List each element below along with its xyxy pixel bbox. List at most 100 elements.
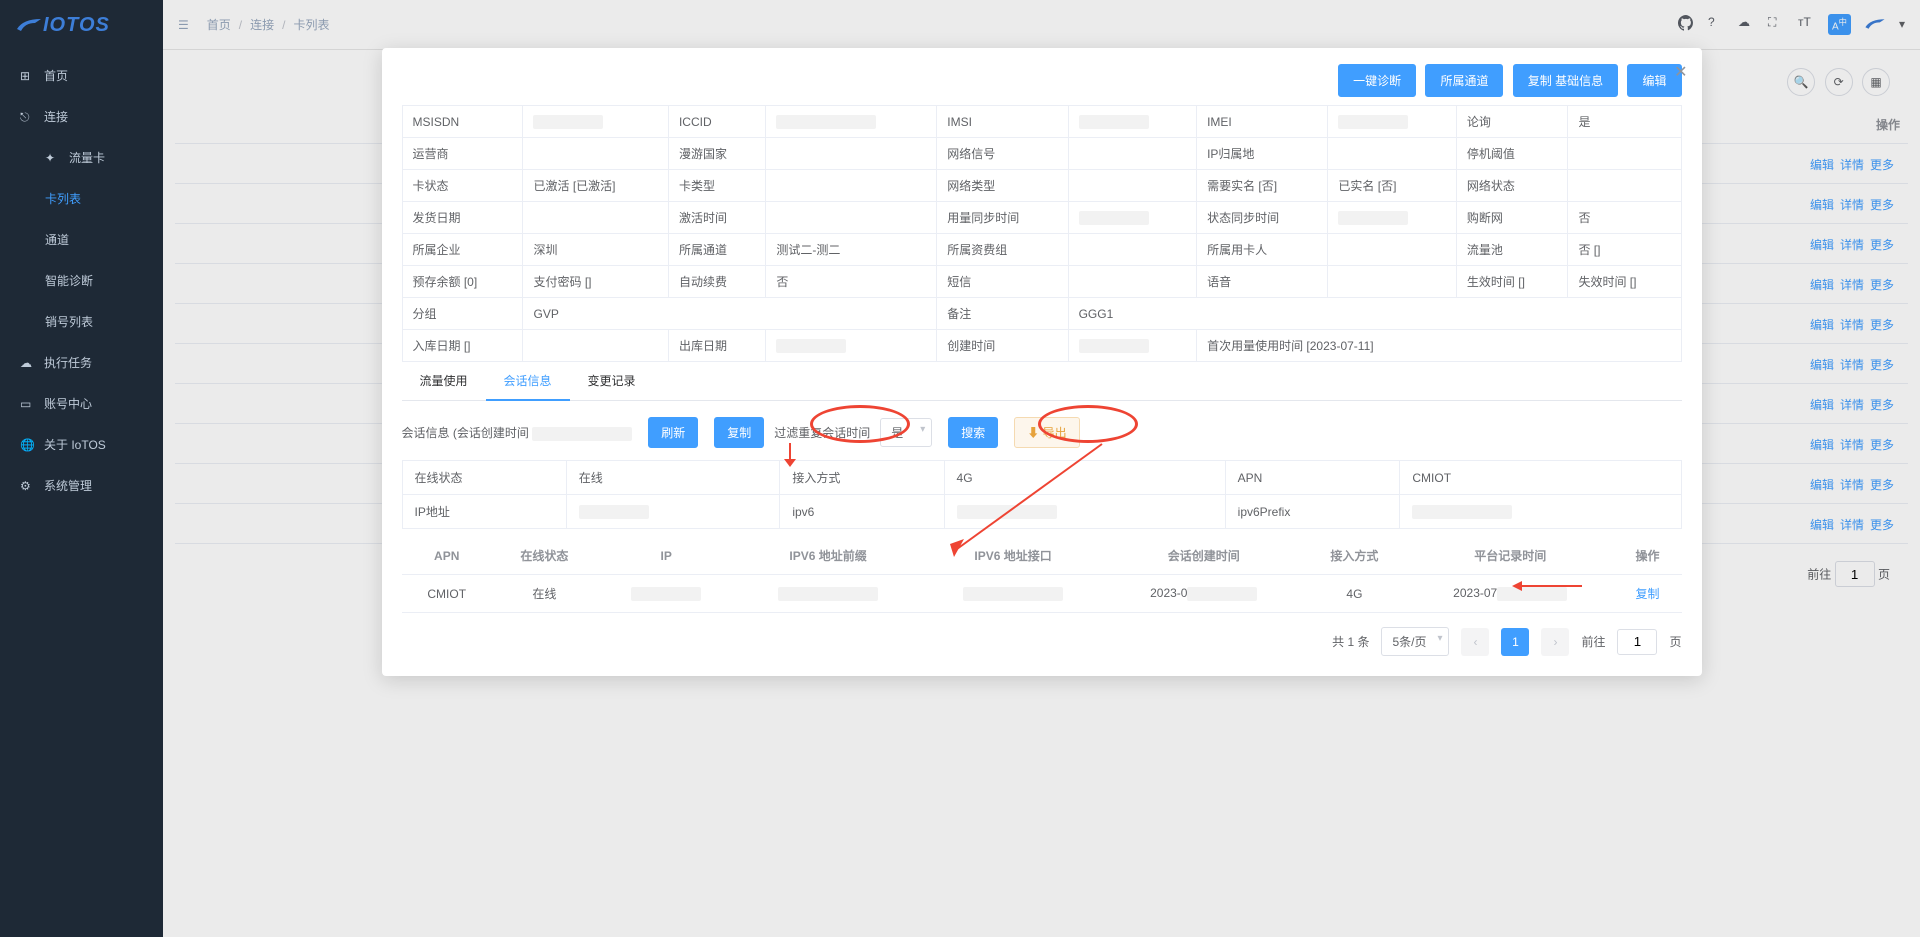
sidebar: IOTOS ⊞ 首页 ⎋连接 ✦流量卡 卡列表 通道 智能诊断 销号列表 ☁执行任…	[0, 0, 163, 937]
sms-label: 短信	[937, 266, 1068, 298]
sidebar-item-home[interactable]: ⊞ 首页	[0, 55, 163, 96]
shutdown-value	[1568, 138, 1681, 170]
td-apn: CMIOT	[402, 575, 492, 613]
firstuse-label: 首次用量使用时间 [2023-07-11]	[1197, 330, 1681, 362]
copy-base-button[interactable]: 复制 基础信息	[1513, 64, 1618, 97]
voice-label: 语音	[1197, 266, 1328, 298]
tab-usage[interactable]: 流量使用	[402, 362, 486, 400]
remark-value: GGG1	[1068, 298, 1681, 330]
signal-label: 网络信号	[937, 138, 1068, 170]
goto-label: 前往	[1581, 633, 1605, 650]
statesync-value	[1328, 202, 1456, 234]
iccid-value	[766, 106, 937, 138]
ipv6prefix-label: ipv6Prefix	[1225, 495, 1400, 529]
table-row: CMIOT 在线 2023-0 4G 2023-07 复制	[402, 575, 1682, 613]
sidebar-item-cancel-list[interactable]: 销号列表	[0, 301, 163, 342]
th-ops: 操作	[1614, 537, 1682, 575]
page-1-button[interactable]: 1	[1501, 628, 1529, 656]
channel-button[interactable]: 所属通道	[1425, 64, 1503, 97]
imsi-value	[1068, 106, 1196, 138]
sidebar-item-flowcard[interactable]: ✦流量卡	[0, 137, 163, 178]
usagesync-label: 用量同步时间	[937, 202, 1068, 234]
session-info-table: 在线状态 在线 接入方式 4G APN CMIOT IP地址 ipv6 ipv6…	[402, 460, 1682, 529]
main-area: ☰ 首页 / 连接 / 卡列表 ? ☁ ⛶ ᴛT A中 ▾ 🔍 ⟳	[163, 0, 1920, 937]
instock-value	[523, 330, 668, 362]
cloud-icon: ☁	[20, 356, 34, 370]
imei-value	[1328, 106, 1456, 138]
sidebar-item-cardlist[interactable]: 卡列表	[0, 178, 163, 219]
sidebar-item-label: 首页	[44, 67, 68, 84]
poll-label: 论询	[1456, 106, 1568, 138]
usagesync-value	[1068, 202, 1196, 234]
close-icon[interactable]: ✕	[1674, 62, 1687, 82]
sidebar-item-diagnose[interactable]: 智能诊断	[0, 260, 163, 301]
iccid-label: ICCID	[668, 106, 765, 138]
hasreal-value: 已实名 [否]	[1328, 170, 1456, 202]
sidebar-item-account[interactable]: ▭账号中心	[0, 383, 163, 424]
sidebar-item-tasks[interactable]: ☁执行任务	[0, 342, 163, 383]
dashboard-icon: ⊞	[20, 69, 34, 83]
ip-label: IP地址	[402, 495, 566, 529]
copy-link[interactable]: 复制	[1636, 587, 1660, 601]
goto-page-input[interactable]	[1617, 629, 1657, 655]
td-access: 4G	[1302, 575, 1407, 613]
apn-value: CMIOT	[1400, 461, 1681, 495]
cardstate-value: 已激活 [已激活]	[523, 170, 668, 202]
page-suffix: 页	[1669, 633, 1681, 650]
td-created: 2023-0	[1106, 575, 1302, 613]
effect-label: 生效时间 []	[1456, 266, 1568, 298]
sms-value	[1068, 266, 1196, 298]
td-logged: 2023-07	[1407, 575, 1614, 613]
td-ops: 复制	[1614, 575, 1682, 613]
per-page-select[interactable]: 5条/页	[1381, 627, 1449, 656]
ip-value	[566, 495, 780, 529]
nettype-value	[1068, 170, 1196, 202]
roam-value	[766, 138, 937, 170]
sidebar-item-label: 关于 IoTOS	[44, 436, 106, 453]
tab-change[interactable]: 变更记录	[570, 362, 654, 400]
main-menu: ⊞ 首页 ⎋连接 ✦流量卡 卡列表 通道 智能诊断 销号列表 ☁执行任务 ▭账号中…	[0, 50, 163, 506]
netstate-value	[1568, 170, 1681, 202]
diagnose-button[interactable]: 一键诊断	[1338, 64, 1416, 97]
imsi-label: IMSI	[937, 106, 1068, 138]
carrier-label: 运营商	[402, 138, 523, 170]
imei-label: IMEI	[1197, 106, 1328, 138]
paypwd-value: 支付密码 []	[523, 266, 668, 298]
online-state-label: 在线状态	[402, 461, 566, 495]
sidebar-item-label: 卡列表	[45, 190, 81, 207]
sidebar-item-label: 系统管理	[44, 477, 92, 494]
voice-value	[1328, 266, 1456, 298]
sidebar-item-connect[interactable]: ⎋连接	[0, 96, 163, 137]
th-online: 在线状态	[492, 537, 597, 575]
export-button[interactable]: ⬇ 导出	[1014, 417, 1079, 448]
online-state-value: 在线	[566, 461, 780, 495]
sidebar-item-label: 销号列表	[45, 313, 93, 330]
channel-label: 所属通道	[668, 234, 765, 266]
remark-label: 备注	[937, 298, 1068, 330]
create-value	[1068, 330, 1196, 362]
modal-backdrop: ✕ 一键诊断 所属通道 复制 基础信息 编辑 MSISDN ICCID IMSI…	[163, 0, 1920, 937]
copy-button[interactable]: 复制	[714, 417, 764, 448]
ipv6-label: ipv6	[780, 495, 944, 529]
sidebar-item-channel[interactable]: 通道	[0, 219, 163, 260]
logo-text: IOTOS	[43, 14, 110, 37]
next-page-button[interactable]: ›	[1541, 628, 1569, 656]
outstock-label: 出库日期	[668, 330, 765, 362]
sidebar-item-about[interactable]: 🌐关于 IoTOS	[0, 424, 163, 465]
group-label: 分组	[402, 298, 523, 330]
session-bar: 会话信息 (会话创建时间 刷新 复制 过滤重复会话时间 是 搜索 ⬇ 导出	[402, 417, 1682, 448]
nettype-label: 网络类型	[937, 170, 1068, 202]
pool-label: 流量池	[1456, 234, 1568, 266]
tab-session[interactable]: 会话信息	[486, 362, 570, 401]
realname-label: 需要实名 [否]	[1197, 170, 1328, 202]
cardtype-label: 卡类型	[668, 170, 765, 202]
sidebar-item-label: 流量卡	[69, 149, 105, 166]
sidebar-item-system[interactable]: ⚙系统管理	[0, 465, 163, 506]
th-ip: IP	[597, 537, 736, 575]
search-button[interactable]: 搜索	[948, 417, 998, 448]
refresh-button[interactable]: 刷新	[648, 417, 698, 448]
filter-select[interactable]: 是	[880, 418, 932, 447]
prev-page-button[interactable]: ‹	[1461, 628, 1489, 656]
balance-label: 预存余额 [0]	[402, 266, 523, 298]
info-table: MSISDN ICCID IMSI IMEI 论询是 运营商 漫游国家 网络信号…	[402, 105, 1682, 362]
